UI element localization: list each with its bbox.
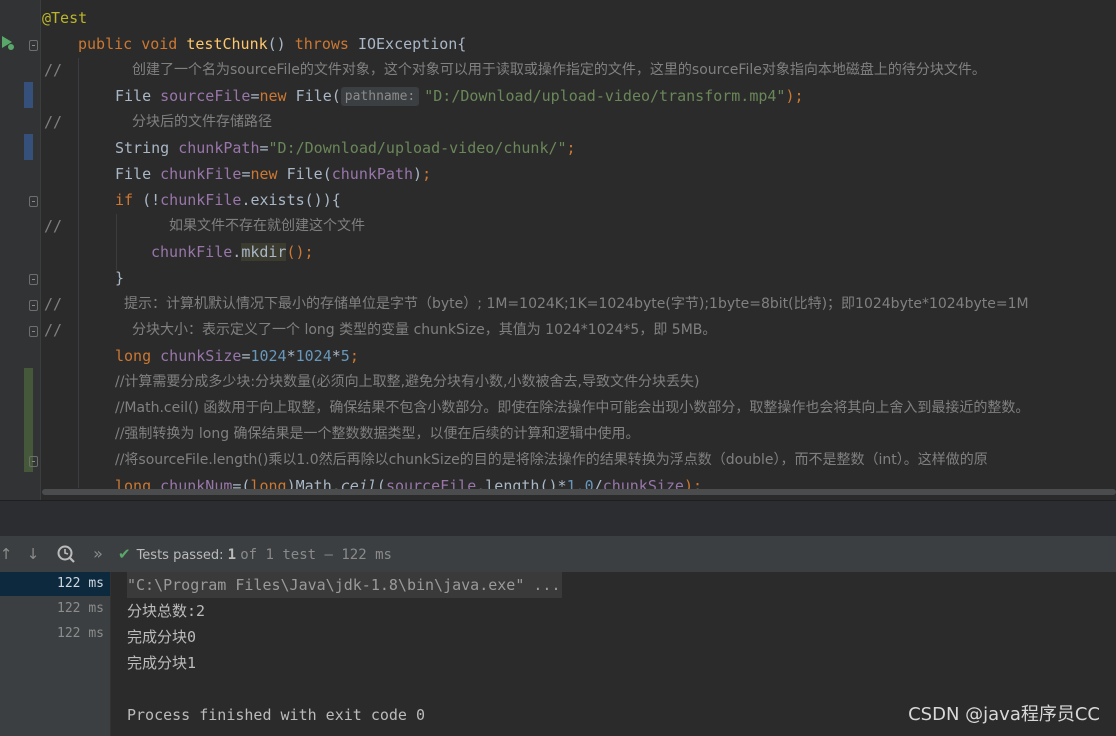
comment-text: 如果文件不存在就创建这个文件 [169,218,365,234]
comment-text: //将sourceFile.length()乘以1.0然后再除以chunkSiz… [115,452,988,468]
status-count: 1 [227,547,237,563]
statement: File chunkFile=new File(chunkPath); [115,165,432,183]
tree-row[interactable]: 122 ms [0,597,110,621]
comment-text: //Math.ceil() 函数用于向上取整，确保结果不包含小数部分。即使在除法… [115,400,1030,416]
test-results-tree: 122 ms 122 ms 122 ms [0,572,111,736]
statement: long chunkSize=1024*1024*5; [115,347,359,365]
test-duration: 122 ms [57,601,104,616]
comment-text: //计算需要分成多少块:分块数量(必须向上取整,避免分块有小数,小数被舍去,导致… [115,374,700,390]
console-command-line[interactable]: "C:\Program Files\Java\jdk-1.8\bin\java.… [127,572,563,598]
code-line: @Test [0,5,87,31]
indent-guide [78,58,79,488]
check-icon: ✔ [118,545,131,563]
comment-text: 分块大小：表示定义了一个 long 类型的变量 chunkSize，其值为 10… [132,322,717,338]
code-line: if (!chunkFile.exists()){ [0,187,341,213]
code-line: // 提示：计算机默认情况下最小的存储单位是字节（byte）; 1M=1024K… [0,291,1029,317]
test-status: ✔ Tests passed: 1 of 1 test – 122 ms [118,545,392,563]
statement: File sourceFile=new File(pathname: "D:/Do… [115,87,804,106]
status-detail: of 1 test – 122 ms [240,547,392,563]
indent-guide [116,214,117,270]
watermark: CSDN @java程序员CC [908,704,1100,725]
comment-text: 创建了一个名为sourceFile的文件对象，这个对象可以用于读取或操作指定的文… [132,62,986,78]
comment-text: 分块后的文件存储路径 [132,114,272,130]
code-editor[interactable]: @Test public void testChunk() throws IOE… [0,0,1116,500]
code-line: //强制转换为 long 确保结果是一个整数数据类型，以便在后续的计算和逻辑中使… [0,421,640,447]
code-line: // 如果文件不存在就创建这个文件 [0,213,365,239]
parameter-hint: pathname: [340,87,420,106]
code-line: long chunkSize=1024*1024*5; [0,343,359,369]
comment-text: //强制转换为 long 确保结果是一个整数数据类型，以便在后续的计算和逻辑中使… [115,426,640,442]
more-actions-icon[interactable]: » [88,544,108,564]
statement: String chunkPath="D:/Download/upload-vid… [115,139,576,157]
code-line: long chunkNum=(long)Math.ceil(sourceFile… [0,473,702,499]
test-duration: 122 ms [57,576,104,591]
comment-mark: // [44,113,63,131]
code-line: String chunkPath="D:/Download/upload-vid… [0,135,576,161]
up-arrow-icon[interactable]: ↑ [0,544,16,564]
horizontal-scrollbar[interactable] [42,489,1116,495]
code-line: // 创建了一个名为sourceFile的文件对象，这个对象可以用于读取或操作指… [0,57,986,83]
code-line: //将sourceFile.length()乘以1.0然后再除以chunkSiz… [0,447,988,473]
comment-text: 提示：计算机默认情况下最小的存储单位是字节（byte）; 1M=1024K;1K… [124,296,1029,312]
code-line: //Math.ceil() 函数用于向上取整，确保结果不包含小数部分。即使在除法… [0,395,1029,421]
console-line: 完成分块0 [127,628,197,646]
statement: if (!chunkFile.exists()){ [115,191,341,209]
code-line: chunkFile.mkdir(); [0,239,314,265]
code-line: public void testChunk() throws IOExcepti… [0,31,466,57]
test-duration: 122 ms [57,626,104,641]
comment-mark: // [44,295,63,313]
statement: long chunkNum=(long)Math.ceil(sourceFile… [115,477,703,495]
code-line: File chunkFile=new File(chunkPath); [0,161,431,187]
code-line: } [0,265,124,291]
panel-splitter[interactable] [0,500,1116,537]
comment-mark: // [44,217,63,235]
code-line: File sourceFile=new File(pathname: "D:/Do… [0,83,804,109]
clock-search-icon[interactable] [56,544,76,564]
comment-mark: // [44,321,63,339]
annotation: @Test [42,9,88,27]
tree-row[interactable]: 122 ms [0,572,110,596]
console-exit-line: Process finished with exit code 0 [127,706,426,724]
tree-row[interactable]: 122 ms [0,622,110,646]
test-runner-toolbar: ↑ ↓ » ✔ Tests passed: 1 of 1 test – 122 m… [0,536,1116,573]
code-line: //计算需要分成多少块:分块数量(必须向上取整,避免分块有小数,小数被舍去,导致… [0,369,699,395]
closing-brace: } [115,269,125,287]
down-arrow-icon[interactable]: ↓ [23,544,43,564]
console-line: 分块总数:2 [127,602,206,620]
statement: chunkFile.mkdir(); [151,243,314,261]
highlighted-method: mkdir [241,243,287,261]
method-signature: public void testChunk() throws IOExcepti… [78,35,467,53]
gutter-divider [40,0,41,500]
code-line: // 分块后的文件存储路径 [0,109,272,135]
comment-mark: // [44,61,63,79]
status-label: Tests passed: [136,548,224,563]
code-line: // 分块大小：表示定义了一个 long 类型的变量 chunkSize，其值为… [0,317,716,343]
console-line: 完成分块1 [127,654,197,672]
